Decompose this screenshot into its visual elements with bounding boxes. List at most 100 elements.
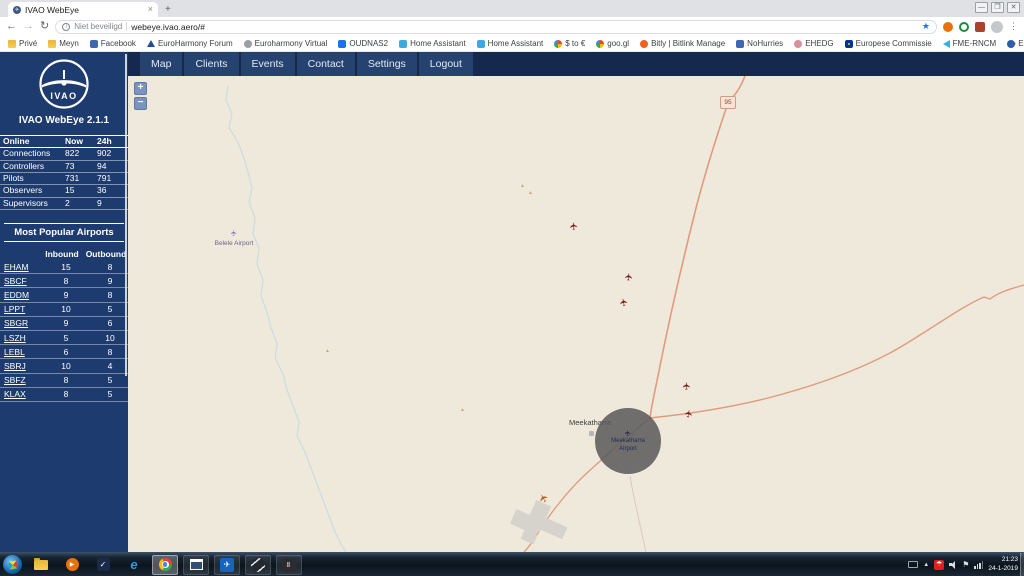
airport-code-link[interactable]: LEBL <box>4 347 44 357</box>
bookmark-item[interactable]: Euroharmony Virtual <box>243 39 327 48</box>
aircraft-icon[interactable]: ✈ <box>682 382 693 390</box>
taskbar-window-app-button[interactable] <box>183 554 209 575</box>
popular-table-row: EHAM 15 8 <box>0 260 128 275</box>
browser-tab[interactable]: ✈ IVAO WebEye × <box>8 2 158 17</box>
river-path <box>225 85 347 552</box>
bookmark-item[interactable]: Bitly | Bitlink Manage <box>640 39 725 48</box>
bookmark-icon <box>942 39 950 48</box>
extension-icon-2[interactable] <box>959 21 969 32</box>
tab-title: IVAO WebEye <box>25 4 80 15</box>
reload-icon[interactable]: ↻ <box>40 21 49 32</box>
window-restore-icon[interactable]: ❐ <box>991 2 1004 13</box>
airport-code-link[interactable]: LPPT <box>4 304 44 314</box>
popular-table-row: LPPT 10 5 <box>0 303 128 317</box>
url-text[interactable]: webeye.ivao.aero/# <box>131 22 918 32</box>
bookmark-icon <box>399 39 408 48</box>
airport-code-link[interactable]: EHAM <box>4 262 44 272</box>
browser-menu-icon[interactable]: ⋮ <box>1009 21 1018 32</box>
profile-avatar[interactable] <box>991 20 1003 33</box>
nav-item[interactable]: Contact <box>296 52 355 76</box>
taskbar-dark-app-button[interactable]: Ⅱ <box>276 554 302 575</box>
show-desktop-button[interactable] <box>1020 553 1024 576</box>
zoom-in-button[interactable]: + <box>134 82 147 95</box>
bookmark-icon <box>736 39 745 48</box>
bookmark-item[interactable]: EHEDG <box>794 39 834 48</box>
bookmark-item[interactable]: Home Assistant <box>399 39 466 48</box>
site-info-icon[interactable]: i <box>62 22 71 31</box>
nav-item[interactable]: Logout <box>418 52 473 76</box>
window-close-icon[interactable]: ✕ <box>1007 2 1020 13</box>
taskbar-eagle-app-button[interactable] <box>245 554 271 575</box>
airport-code-link[interactable]: SBCF <box>4 276 44 286</box>
bookmarks-overflow-icon[interactable]: » <box>1011 38 1016 48</box>
bookmark-item[interactable]: EuroHarmony Forum <box>146 39 233 48</box>
map-canvas[interactable]: + − 95 ✈ Belele Airport Meekatharra ✈ Me… <box>128 76 1024 552</box>
window-minimize-icon[interactable]: — <box>975 2 988 13</box>
taskbar-explorer-button[interactable] <box>28 555 54 575</box>
terrain-mark-icon: ▲ <box>520 183 525 189</box>
taskbar-xplane-button[interactable]: ✈ <box>214 554 240 575</box>
bookmark-item[interactable]: Meyn <box>48 39 79 48</box>
zoom-out-button[interactable]: − <box>134 97 147 110</box>
clock-date: 24-1-2019 <box>988 564 1018 572</box>
bookmark-item[interactable]: Home Assistant <box>476 39 543 48</box>
bookmark-item[interactable]: goo.gl <box>596 39 629 48</box>
online-table-row: Observers 15 36 <box>0 185 128 198</box>
start-button[interactable] <box>3 555 22 574</box>
aircraft-icon[interactable]: ✈ <box>569 221 581 230</box>
airport-code-link[interactable]: EDDM <box>4 290 44 300</box>
clock-time: 21:23 <box>1001 556 1018 564</box>
nav-item[interactable]: Clients <box>184 52 239 76</box>
action-center-flag-icon[interactable]: ⚑ <box>962 560 969 569</box>
airport-code-link[interactable]: KLAX <box>4 389 44 399</box>
antivirus-tray-icon[interactable]: ☂ <box>934 559 945 570</box>
aircraft-icon[interactable]: ✈ <box>619 297 631 307</box>
airport-code-link[interactable]: SBFZ <box>4 375 44 385</box>
taskbar-clock[interactable]: 21:23 24-1-2019 <box>988 556 1018 573</box>
address-bar[interactable]: i Niet beveiligd webeye.ivao.aero/# ★ <box>55 19 937 34</box>
taskbar-ie-button[interactable]: e <box>121 555 147 575</box>
folder-icon <box>34 557 48 570</box>
highway-north-path <box>649 76 746 419</box>
tray-expand-icon[interactable]: ▲ <box>923 562 929 568</box>
tab-close-icon[interactable]: × <box>148 5 153 14</box>
bookmark-item[interactable]: Privé <box>8 39 37 48</box>
popular-table-row: SBGR 9 6 <box>0 317 128 331</box>
route-shield: 95 <box>720 96 736 109</box>
meekatharra-airport-marker[interactable]: ✈ Meekatharra Airport <box>595 408 661 474</box>
bookmark-star-icon[interactable]: ★ <box>922 21 930 32</box>
bookmark-item[interactable]: $ to € <box>554 39 585 48</box>
airport-code-link[interactable]: LSZH <box>4 333 44 343</box>
belele-airport-marker[interactable]: ✈ Belele Airport <box>208 222 260 247</box>
bookmark-item[interactable]: NoHurries <box>736 39 783 48</box>
bookmark-item[interactable]: OUDNAS2 <box>338 39 388 48</box>
new-tab-button[interactable]: + <box>158 4 180 17</box>
taskbar-tasks-button[interactable]: ✓ <box>90 555 116 575</box>
nav-item[interactable]: Map <box>140 52 183 76</box>
forward-icon[interactable]: → <box>23 21 34 32</box>
airport-code-link[interactable]: SBRJ <box>4 361 44 371</box>
airport-icon: ✈ <box>622 429 632 437</box>
aircraft-icon[interactable]: ✈ <box>624 272 636 281</box>
online-table-row: Supervisors 2 9 <box>0 198 128 211</box>
system-tray: ▲ ☂ ⚑ 21:23 24-1-2019 <box>908 556 1024 573</box>
taskbar-mediaplayer-button[interactable]: ▶ <box>59 555 85 575</box>
bookmark-item[interactable]: Facebook <box>89 39 136 48</box>
extension-icon-3[interactable] <box>975 21 985 32</box>
bookmark-icon <box>243 39 252 48</box>
belele-airport-label: Belele Airport <box>214 240 254 247</box>
network-signal-icon[interactable] <box>974 561 984 569</box>
bookmark-item[interactable]: FME-RNCM <box>942 39 996 48</box>
sidebar-scrollbar[interactable] <box>125 54 127 376</box>
back-icon[interactable]: ← <box>6 21 17 32</box>
extension-icon-1[interactable] <box>943 21 953 32</box>
bookmark-item[interactable]: Europese Commissie <box>844 39 932 48</box>
taskbar-chrome-button[interactable] <box>152 554 178 575</box>
keyboard-tray-icon[interactable] <box>908 561 919 568</box>
nav-item[interactable]: Events <box>240 52 295 76</box>
aircraft-icon[interactable]: ✈ <box>684 409 696 419</box>
nav-item[interactable]: Settings <box>356 52 417 76</box>
security-label: Niet beveiligd <box>74 22 123 31</box>
volume-icon[interactable] <box>949 560 957 569</box>
airport-code-link[interactable]: SBGR <box>4 318 44 328</box>
